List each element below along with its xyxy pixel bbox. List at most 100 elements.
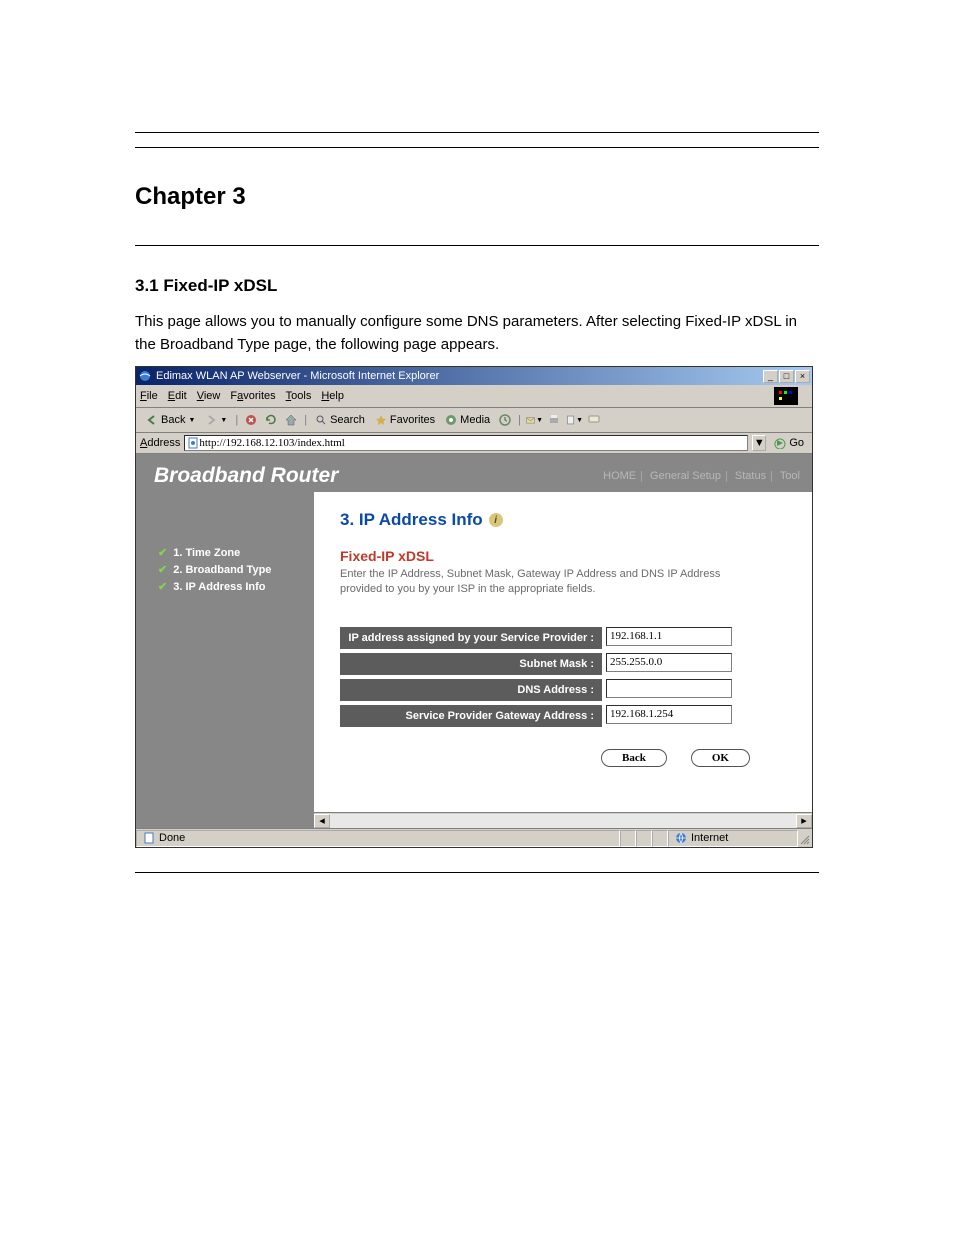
history-button[interactable] — [496, 411, 514, 429]
status-left-pane: Done — [136, 830, 620, 847]
menu-tools[interactable]: Tools — [286, 390, 312, 402]
status-pane-2 — [620, 830, 636, 847]
form-label: Service Provider Gateway Address : — [340, 705, 602, 727]
nav-general-setup[interactable]: General Setup — [650, 470, 721, 482]
panel-title: 3. IP Address Info i — [340, 510, 790, 530]
media-label: Media — [460, 414, 490, 426]
sidebar-item-broadband-type[interactable]: ✔ 2. Broadband Type — [158, 563, 314, 576]
nav-home[interactable]: HOME — [603, 470, 636, 482]
print-button[interactable] — [545, 411, 563, 429]
check-icon: ✔ — [158, 546, 167, 559]
search-label: Search — [330, 414, 365, 426]
status-pane-4 — [652, 830, 668, 847]
section-heading: 3.1 Fixed-IP xDSL — [135, 276, 819, 296]
close-button[interactable]: × — [795, 370, 810, 383]
toolbar-separator: | — [304, 414, 307, 426]
form-label: Subnet Mask : — [340, 653, 602, 675]
panel-title-text: 3. IP Address Info — [340, 510, 483, 530]
address-bar: Address ▼ Go — [136, 433, 812, 454]
address-dropdown-button[interactable]: ▼ — [752, 435, 766, 451]
page-icon — [187, 437, 199, 449]
done-icon — [143, 832, 155, 844]
sidebar-item-label: 1. Time Zone — [173, 547, 240, 559]
top-nav: HOME| General Setup| Status| Tool — [603, 470, 800, 482]
page-header: Broadband Router HOME| General Setup| St… — [136, 454, 812, 492]
search-button[interactable]: Search — [311, 412, 369, 428]
favorites-label: Favorites — [390, 414, 435, 426]
window-title: Edimax WLAN AP Webserver - Microsoft Int… — [156, 370, 439, 382]
titlebar: Edimax WLAN AP Webserver - Microsoft Int… — [136, 367, 812, 385]
brand-title: Broadband Router — [154, 464, 338, 488]
mail-button[interactable]: ▼ — [525, 411, 543, 429]
form-row-gateway-address: Service Provider Gateway Address : — [340, 705, 790, 727]
panel-subtitle: Fixed-IP xDSL — [340, 548, 790, 564]
ie-icon — [138, 369, 152, 383]
help-icon[interactable]: i — [489, 513, 503, 527]
maximize-button[interactable]: □ — [779, 370, 794, 383]
ip-address-input[interactable] — [606, 627, 732, 646]
favorites-button[interactable]: Favorites — [371, 412, 439, 428]
discuss-button[interactable] — [585, 411, 603, 429]
toolbar: Back ▼ ▼ | | Search Favorites Media — [136, 408, 812, 433]
check-icon: ✔ — [158, 563, 167, 576]
status-pane-3 — [636, 830, 652, 847]
panel-description: Enter the IP Address, Subnet Mask, Gatew… — [340, 567, 760, 597]
form-table: IP address assigned by your Service Prov… — [340, 627, 790, 727]
scroll-right-button[interactable]: ▸ — [796, 814, 812, 828]
main-panel: 3. IP Address Info i Fixed-IP xDSL Enter… — [314, 492, 812, 812]
edit-button[interactable]: ▼ — [565, 411, 583, 429]
nav-tool[interactable]: Tool — [780, 470, 800, 482]
status-text: Done — [159, 832, 185, 844]
content-area: Broadband Router HOME| General Setup| St… — [136, 454, 812, 828]
media-button[interactable]: Media — [441, 412, 494, 428]
go-label: Go — [789, 437, 804, 449]
check-icon: ✔ — [158, 580, 167, 593]
form-row-ip-address: IP address assigned by your Service Prov… — [340, 627, 790, 649]
form-label: DNS Address : — [340, 679, 602, 701]
back-button[interactable]: Back ▼ — [142, 412, 199, 428]
address-label: Address — [140, 437, 180, 449]
sidebar-item-label: 3. IP Address Info — [173, 581, 265, 593]
toolbar-separator: | — [518, 414, 521, 426]
ie-logo-icon — [774, 387, 798, 405]
go-button[interactable]: Go — [770, 436, 808, 450]
address-input-container[interactable] — [184, 435, 748, 451]
sidebar-item-ip-address-info[interactable]: ✔ 3. IP Address Info — [158, 580, 314, 593]
scroll-track[interactable] — [330, 814, 796, 828]
form-row-subnet-mask: Subnet Mask : — [340, 653, 790, 675]
minimize-button[interactable]: _ — [763, 370, 778, 383]
scroll-left-button[interactable]: ◂ — [314, 814, 330, 828]
back-label: Back — [161, 414, 185, 426]
menubar: File Edit View Favorites Tools Help — [136, 385, 812, 408]
stop-button[interactable] — [242, 411, 260, 429]
status-zone-pane: Internet — [668, 830, 798, 847]
address-input[interactable] — [199, 437, 745, 449]
menu-favorites[interactable]: Favorites — [230, 390, 275, 402]
resize-grip[interactable] — [798, 830, 812, 847]
divider-mid — [135, 245, 819, 246]
divider-top-1 — [135, 132, 819, 133]
menu-file[interactable]: File — [140, 390, 158, 402]
home-button[interactable] — [282, 411, 300, 429]
ok-button[interactable]: OK — [691, 749, 750, 767]
toolbar-separator: | — [235, 414, 238, 426]
menu-help[interactable]: Help — [321, 390, 344, 402]
back-button[interactable]: Back — [601, 749, 667, 767]
refresh-button[interactable] — [262, 411, 280, 429]
subnet-mask-input[interactable] — [606, 653, 732, 672]
chapter-heading: Chapter 3 — [135, 183, 819, 211]
sidebar-item-label: 2. Broadband Type — [173, 564, 271, 576]
nav-status[interactable]: Status — [735, 470, 766, 482]
sidebar-item-time-zone[interactable]: ✔ 1. Time Zone — [158, 546, 314, 559]
horizontal-scrollbar[interactable]: ◂ ▸ — [314, 812, 812, 828]
sidebar: ✔ 1. Time Zone ✔ 2. Broadband Type ✔ 3. … — [136, 492, 314, 812]
forward-button[interactable]: ▼ — [201, 412, 231, 428]
menu-view[interactable]: View — [197, 390, 221, 402]
section-paragraph: This page allows you to manually configu… — [135, 311, 819, 356]
statusbar: Done Internet — [136, 828, 812, 847]
gateway-address-input[interactable] — [606, 705, 732, 724]
dns-address-input[interactable] — [606, 679, 732, 698]
menu-edit[interactable]: Edit — [168, 390, 187, 402]
divider-top-2 — [135, 147, 819, 148]
form-row-dns-address: DNS Address : — [340, 679, 790, 701]
